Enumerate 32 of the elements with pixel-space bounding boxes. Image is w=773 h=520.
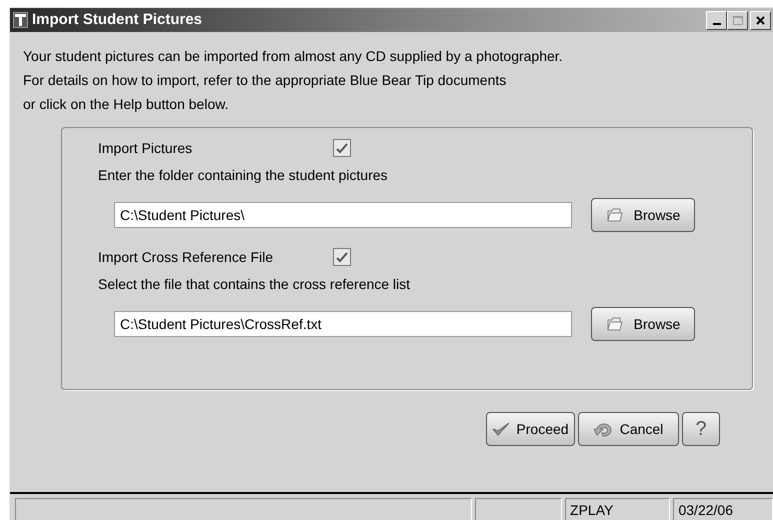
option-label: Import Cross Reference File — [98, 248, 274, 267]
status-cell: ZPLAY — [565, 498, 670, 520]
minimize-button[interactable] — [706, 10, 727, 30]
checkmark-icon — [492, 421, 510, 437]
path-input-field[interactable]: C:\Student Pictures\ — [114, 202, 572, 228]
status-cell: 03/22/06 — [673, 498, 773, 520]
instruction-text: For details on how to import, refer to the appropriate Blue Bear Tip documents — [23, 71, 508, 90]
checkbox[interactable] — [333, 248, 351, 266]
window-title: Import Student Pictures — [32, 10, 202, 30]
folder-icon — [606, 207, 624, 223]
app-icon — [13, 12, 28, 28]
close-button[interactable] — [750, 10, 771, 30]
field-prompt: Enter the folder containing the student pictures — [98, 166, 389, 185]
maximize-button[interactable] — [727, 10, 748, 30]
maximize-icon — [732, 16, 742, 24]
option-label: Import Pictures — [98, 138, 194, 158]
browse-button[interactable]: Browse — [591, 198, 695, 232]
help-button[interactable]: ? — [682, 412, 720, 446]
check-icon — [336, 142, 348, 154]
path-input-field[interactable]: C:\Student Pictures\CrossRef.txt — [114, 311, 572, 337]
field-prompt: Select the file that contains the cross reference list — [98, 275, 412, 294]
minimize-icon — [712, 22, 720, 24]
undo-arrow-icon — [594, 421, 614, 437]
close-icon — [756, 16, 765, 24]
checkbox[interactable] — [333, 139, 351, 157]
check-icon — [336, 252, 348, 262]
folder-icon — [606, 316, 624, 332]
browse-button[interactable]: Browse — [591, 307, 695, 341]
instruction-text: or click on the Help button below. — [23, 95, 230, 114]
cancel-button[interactable]: Cancel — [578, 412, 679, 446]
proceed-button[interactable]: Proceed — [486, 412, 575, 446]
instruction-text: Your student pictures can be imported from almost any CD supplied by a photographer. — [23, 47, 564, 66]
